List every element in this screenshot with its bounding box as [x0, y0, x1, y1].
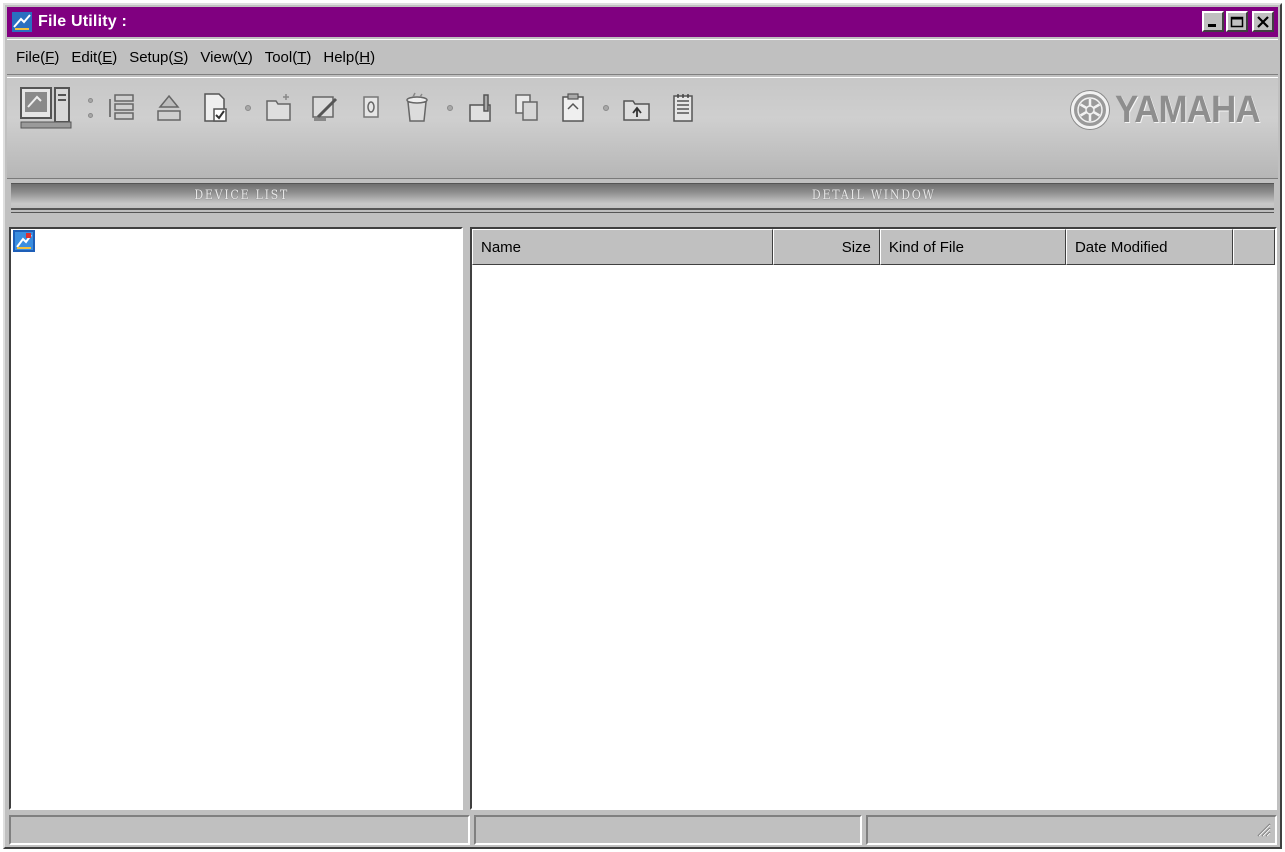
- toolbar-separator: [245, 105, 251, 111]
- info-button[interactable]: [351, 86, 391, 130]
- computer-button[interactable]: [17, 84, 77, 132]
- eject-icon: [157, 94, 181, 121]
- menu-setup[interactable]: Setup(S): [123, 49, 194, 66]
- maximize-icon: [1230, 16, 1244, 27]
- toolbar-separator: [447, 105, 453, 111]
- menu-bar: File(F) Edit(E) Setup(S) View(V) Tool(T)…: [7, 39, 1278, 75]
- section-header-bar: DEVICE LIST DETAIL WINDOW: [11, 183, 1274, 213]
- window-title: File Utility :: [38, 13, 128, 30]
- toolbar-separator: [603, 105, 609, 111]
- close-icon: [1257, 15, 1269, 28]
- notes-button[interactable]: [663, 86, 703, 130]
- info-icon: [363, 96, 379, 118]
- file-check-icon: [204, 93, 227, 122]
- paste-icon: [469, 94, 491, 122]
- device-list-icon: [109, 94, 134, 120]
- edit-button[interactable]: [305, 86, 345, 130]
- detail-window-header: DETAIL WINDOW: [811, 188, 936, 203]
- column-size[interactable]: Size: [773, 229, 880, 265]
- status-panel-right: [866, 815, 1277, 845]
- column-kind-of-file[interactable]: Kind of File: [879, 229, 1066, 265]
- detail-window-pane[interactable]: Name Size Kind of File Date Modified: [470, 227, 1277, 810]
- device-list-button[interactable]: [103, 86, 143, 130]
- clipboard-icon: [562, 93, 584, 122]
- toolbar: YAMAHA DEVICE LIST DETAIL WINDOW: [7, 77, 1278, 213]
- new-folder-button[interactable]: [259, 86, 299, 130]
- tuning-fork-emblem-icon: [1070, 91, 1109, 129]
- column-header-row: Name Size Kind of File Date Modified: [472, 229, 1275, 265]
- close-button[interactable]: [1252, 11, 1274, 32]
- column-filler: [1233, 229, 1275, 265]
- toolbar-separator: [83, 93, 97, 123]
- folder-up-icon: [623, 100, 650, 121]
- status-panel-left: [9, 815, 470, 845]
- edit-icon: [312, 96, 338, 121]
- minimize-button[interactable]: [1202, 11, 1224, 32]
- file-check-button[interactable]: [195, 86, 235, 130]
- notes-icon: [673, 94, 693, 122]
- column-date-modified[interactable]: Date Modified: [1065, 229, 1234, 265]
- paste-button[interactable]: [461, 86, 501, 130]
- status-panel-middle: [474, 815, 862, 845]
- app-icon: [12, 12, 32, 32]
- menu-view[interactable]: View(V): [194, 49, 258, 66]
- eject-button[interactable]: [149, 86, 189, 130]
- new-folder-icon: [266, 94, 291, 121]
- device-list-header: DEVICE LIST: [194, 188, 290, 203]
- copy-button[interactable]: [507, 86, 547, 130]
- clipboard-button[interactable]: [553, 86, 593, 130]
- copy-icon: [515, 94, 538, 121]
- resize-grip-icon[interactable]: [1255, 821, 1271, 837]
- trash-icon: [406, 92, 428, 122]
- minimize-icon: [1208, 23, 1216, 27]
- menu-tool[interactable]: Tool(T): [259, 49, 318, 66]
- title-bar[interactable]: File Utility :: [7, 7, 1278, 37]
- column-name[interactable]: Name: [472, 229, 774, 265]
- device-root-icon[interactable]: [13, 230, 35, 252]
- computer-icon: [20, 87, 72, 129]
- yamaha-logo: YAMAHA: [1070, 88, 1272, 132]
- maximize-button[interactable]: [1226, 11, 1248, 32]
- trash-button[interactable]: [397, 86, 437, 130]
- menu-edit[interactable]: Edit(E): [65, 49, 123, 66]
- brand-name: YAMAHA: [1114, 88, 1261, 131]
- menu-file[interactable]: File(F): [7, 49, 65, 66]
- menu-help[interactable]: Help(H): [317, 49, 381, 66]
- folder-up-button[interactable]: [617, 86, 657, 130]
- device-list-pane[interactable]: [9, 227, 463, 810]
